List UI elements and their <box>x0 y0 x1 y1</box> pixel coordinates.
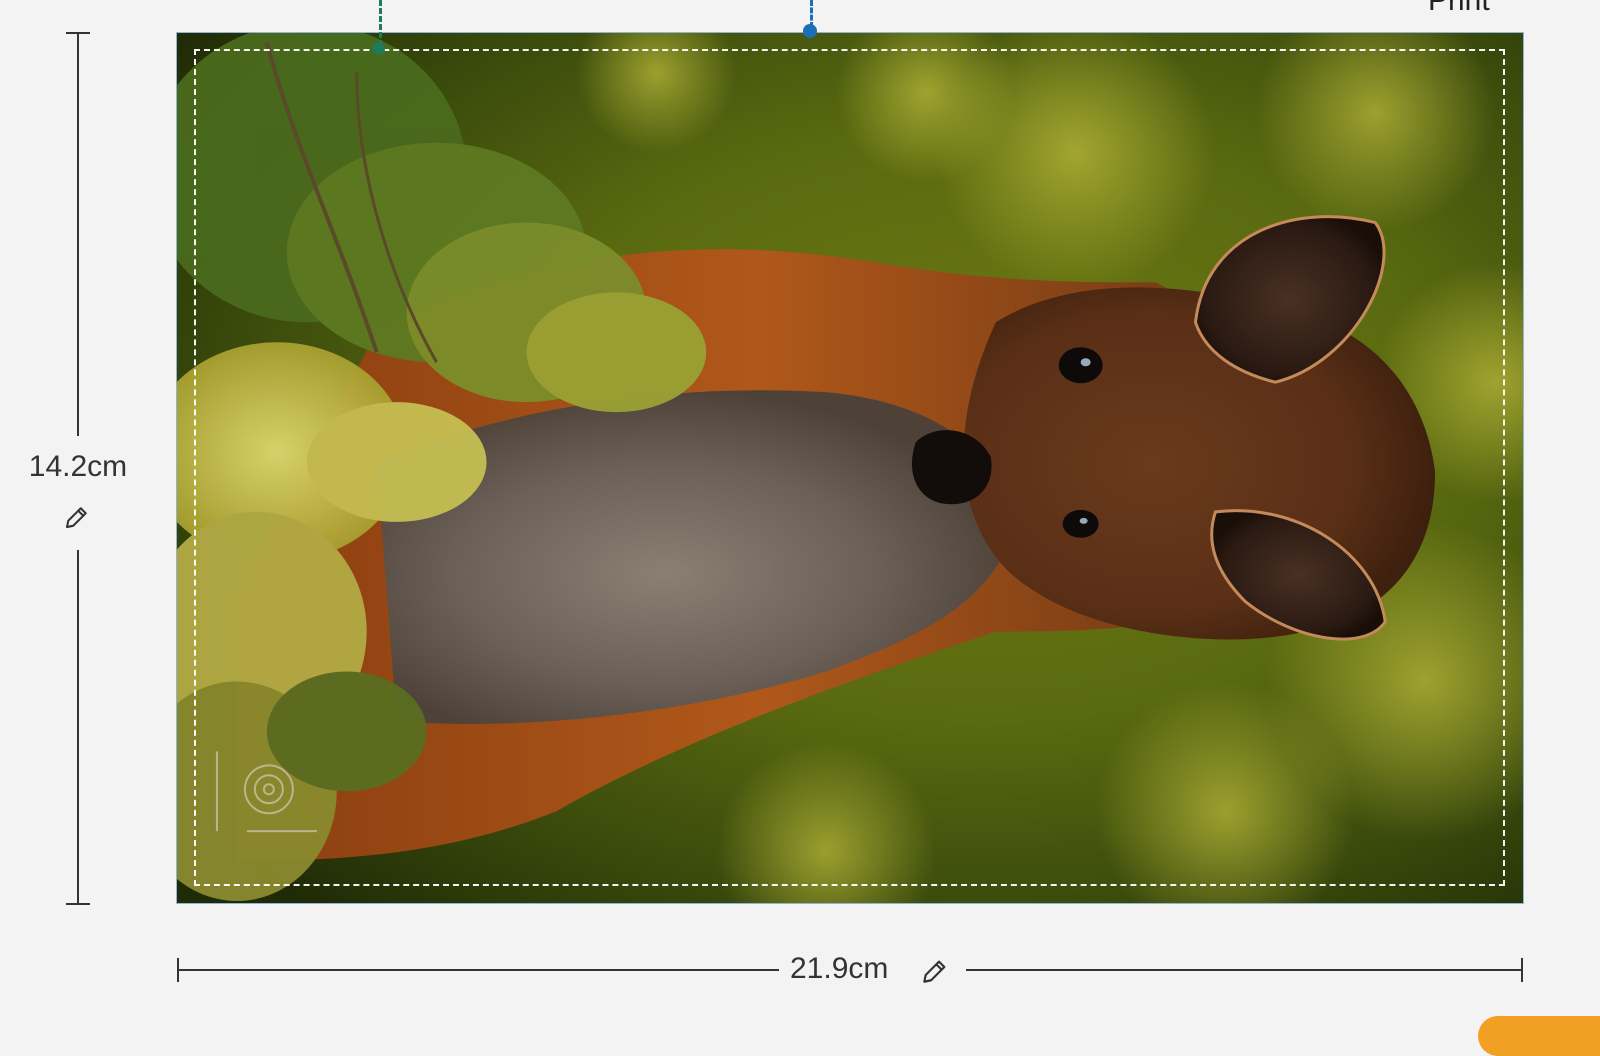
editor-canvas: Print 14.2cm 21.9cm <box>0 0 1600 1056</box>
safe-margin-guide-line <box>379 0 382 46</box>
width-dimension-line-left <box>177 969 779 971</box>
photo-image[interactable] <box>176 32 1524 904</box>
center-guide-handle[interactable] <box>803 24 817 38</box>
primary-action-button[interactable] <box>1478 1016 1600 1056</box>
safe-margin-handle[interactable] <box>372 42 385 55</box>
height-dimension-cap-bottom <box>66 903 90 905</box>
wallaby-photo <box>177 33 1523 903</box>
width-dimension-label: 21.9cm <box>790 952 889 985</box>
pencil-icon[interactable] <box>919 955 951 987</box>
pencil-icon[interactable] <box>62 502 92 532</box>
height-dimension-line-bottom <box>77 550 79 904</box>
width-dimension-cap-right <box>1521 958 1523 982</box>
height-dimension-label: 14.2cm <box>28 450 128 483</box>
width-dimension-line-right <box>966 969 1522 971</box>
height-dimension-line-top <box>77 32 79 436</box>
top-right-label: Print <box>1428 0 1490 17</box>
